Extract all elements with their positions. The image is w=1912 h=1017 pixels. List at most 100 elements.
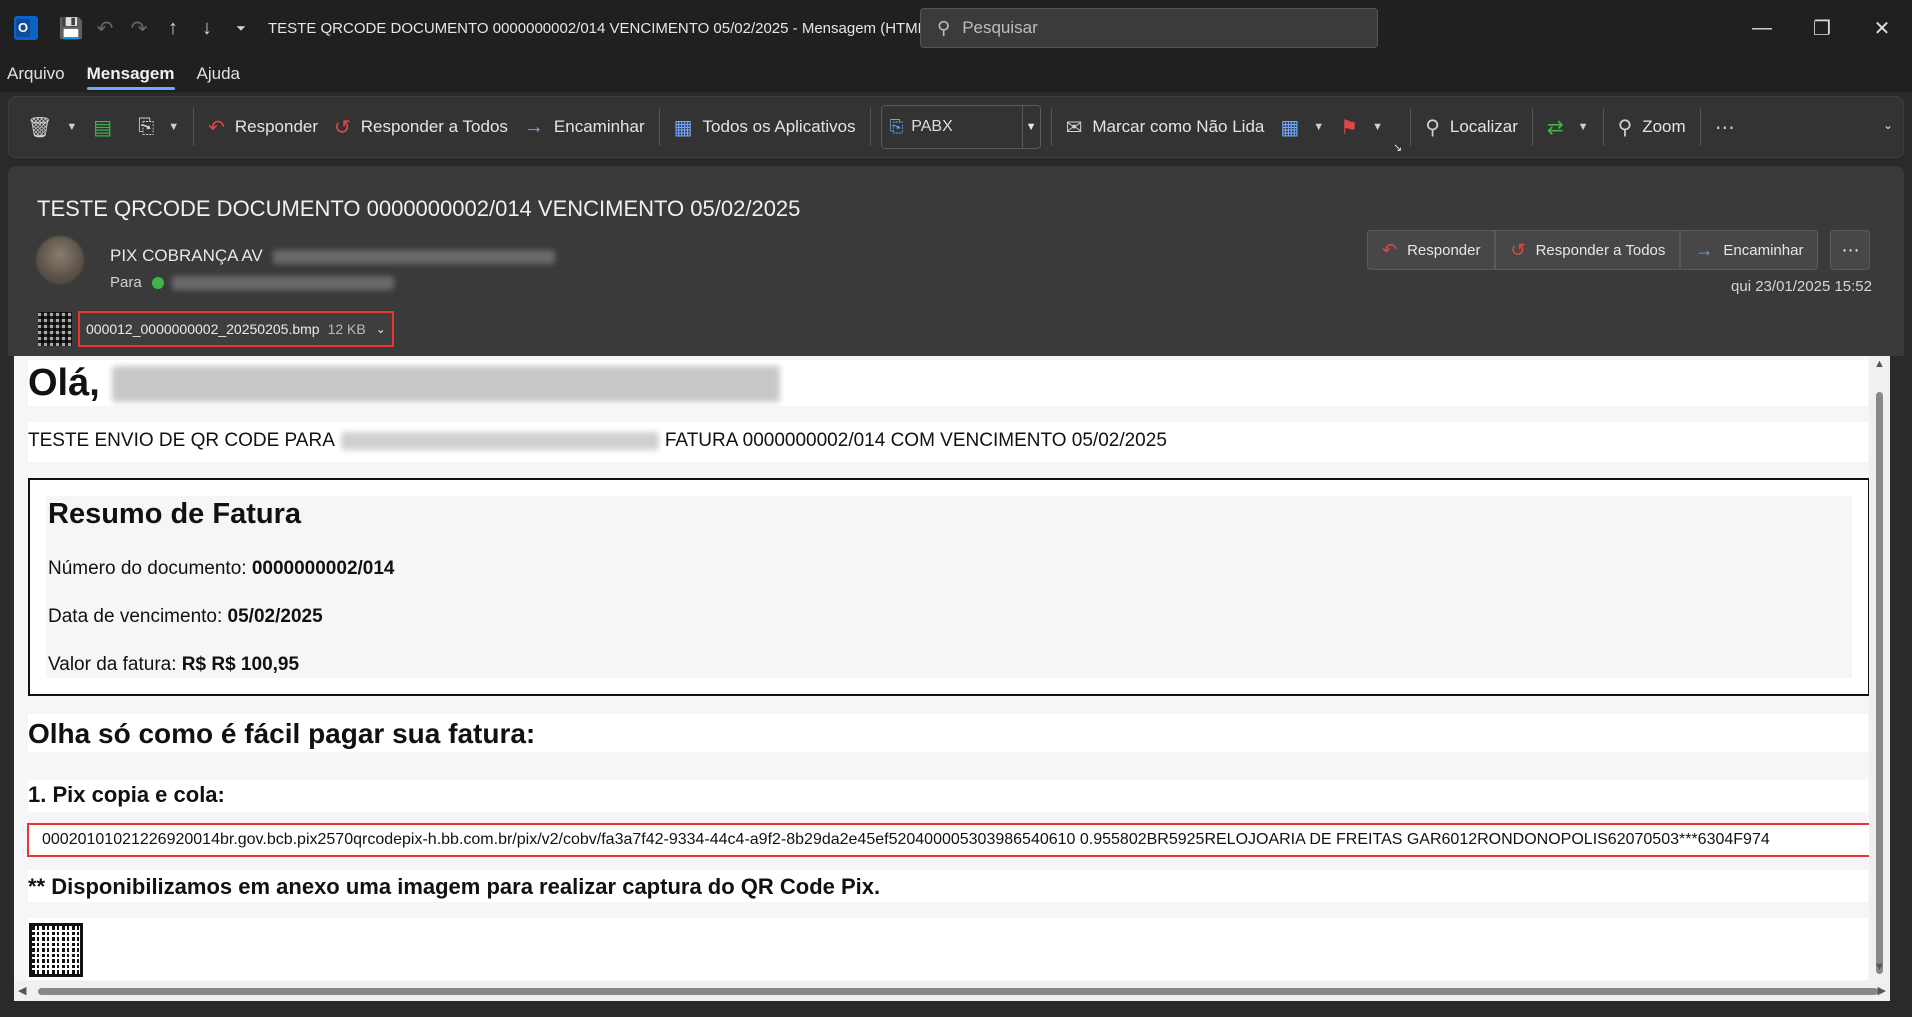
next-item-icon[interactable]: ↓ bbox=[190, 11, 224, 45]
translate-button[interactable]: ⇄ ▼ bbox=[1539, 105, 1597, 149]
redo-icon: ↷ bbox=[130, 17, 148, 40]
window-title: TESTE QRCODE DOCUMENTO 0000000002/014 VE… bbox=[268, 19, 932, 37]
sender-name: PIX COBRANÇA AV bbox=[110, 246, 263, 265]
scroll-left-icon[interactable]: ◀ bbox=[18, 984, 26, 997]
chevron-down-icon[interactable]: ▼ bbox=[1021, 106, 1040, 148]
sender[interactable]: PIX COBRANÇA AV bbox=[110, 246, 556, 266]
pix-copy-paste-code[interactable]: 00020101021226920014br.gov.bcb.pix2570qr… bbox=[27, 823, 1890, 857]
scroll-right-icon[interactable]: ▶ bbox=[1878, 984, 1886, 997]
message-body[interactable]: Olá, TESTE ENVIO DE QR CODE PARA FATURA … bbox=[14, 356, 1890, 1001]
ribbon-separator bbox=[1699, 108, 1701, 146]
reply-all-icon: ↺ bbox=[334, 116, 351, 139]
zoom-label: Zoom bbox=[1642, 117, 1686, 136]
chevron-down-icon: ▼ bbox=[66, 121, 78, 133]
reply-all-icon: ↺ bbox=[1510, 239, 1526, 260]
vertical-scrollbar[interactable]: ▲ ▼ bbox=[1869, 356, 1890, 1001]
chevron-down-icon: ▼ bbox=[1372, 121, 1383, 133]
search-input[interactable]: ⚲ Pesquisar bbox=[920, 8, 1378, 48]
previous-item-icon[interactable]: ↑ bbox=[156, 11, 190, 45]
zoom-button[interactable]: ⚲ Zoom bbox=[1610, 105, 1694, 149]
categorize-button[interactable]: ▦ ▼ bbox=[1272, 105, 1332, 149]
greeting: Olá, bbox=[28, 362, 780, 405]
qr-code-image[interactable] bbox=[29, 923, 83, 977]
invoice-summary: Resumo de Fatura Número do documento: 00… bbox=[28, 478, 1870, 696]
attachment-note: ** Disponibilizamos em anexo uma imagem … bbox=[28, 874, 881, 899]
more-options-button[interactable]: ⋯ bbox=[1707, 105, 1753, 149]
ribbon-separator bbox=[1410, 108, 1412, 146]
scroll-up-icon[interactable]: ▲ bbox=[1874, 358, 1885, 370]
avatar[interactable] bbox=[36, 236, 84, 284]
sender-email-redacted bbox=[273, 249, 556, 264]
pabx-quickstep-dropdown[interactable]: ⎘ PABX ▼ bbox=[880, 105, 1041, 149]
presence-available-icon bbox=[151, 276, 164, 289]
scroll-thumb[interactable] bbox=[38, 988, 1878, 995]
all-apps-button[interactable]: ▦ Todos os Aplicativos bbox=[666, 105, 864, 149]
delete-button[interactable]: 🗑 ▼ bbox=[19, 105, 85, 149]
minimize-button[interactable]: — bbox=[1732, 0, 1792, 56]
chevron-down-icon: ▼ bbox=[168, 121, 180, 133]
attachment-chip[interactable]: 000012_0000000002_20250205.bmp 12 KB ⌄ bbox=[78, 311, 394, 347]
search-icon: ⚲ bbox=[1425, 116, 1440, 139]
move-button[interactable]: ⎘ ▼ bbox=[130, 105, 187, 149]
forward-button[interactable]: → Encaminhar bbox=[516, 105, 653, 149]
tab-arquivo[interactable]: Arquivo bbox=[7, 64, 65, 92]
pabx-label: PABX bbox=[911, 118, 953, 135]
categorize-icon: ▦ bbox=[1280, 116, 1300, 139]
more-actions-button[interactable]: ⋯ bbox=[1830, 230, 1871, 270]
tab-mensagem[interactable]: Mensagem bbox=[86, 64, 175, 92]
message-date: qui 23/01/2025 15:52 bbox=[1731, 278, 1872, 295]
horizontal-scrollbar[interactable]: ◀ ▶ bbox=[14, 981, 1890, 1001]
forward-button[interactable]: → Encaminhar bbox=[1680, 230, 1819, 270]
qr-code-thumbnail-icon bbox=[38, 312, 72, 346]
mark-unread-button[interactable]: ✉ Marcar como Não Lida bbox=[1058, 105, 1273, 149]
doc-number-label: Número do documento: bbox=[48, 558, 247, 579]
attachment-filename: 000012_0000000002_20250205.bmp bbox=[86, 321, 320, 337]
message-header: TESTE QRCODE DOCUMENTO 0000000002/014 VE… bbox=[8, 166, 1904, 356]
reply-all-button[interactable]: ↺ Responder a Todos bbox=[326, 105, 516, 149]
doc-number-row: Número do documento: 0000000002/014 bbox=[48, 558, 395, 580]
search-icon: ⚲ bbox=[937, 17, 951, 38]
outlook-logo-icon bbox=[14, 16, 38, 40]
follow-up-button[interactable]: ⚑ ▼ bbox=[1332, 105, 1391, 149]
close-button[interactable]: ✕ bbox=[1852, 0, 1912, 56]
attachment-size: 12 KB bbox=[327, 321, 366, 337]
reply-button[interactable]: ↶ Responder bbox=[1367, 230, 1496, 270]
attachment[interactable]: 000012_0000000002_20250205.bmp 12 KB ⌄ bbox=[38, 308, 394, 350]
dialog-launcher-icon[interactable]: ↘ bbox=[1391, 137, 1404, 157]
pix-heading: 1. Pix copia e cola: bbox=[28, 782, 225, 807]
more-icon: ⋯ bbox=[1714, 116, 1735, 139]
amount-label: Valor da fatura: bbox=[48, 654, 177, 675]
customize-toolbar-icon[interactable]: ⏷ bbox=[224, 11, 258, 45]
scroll-thumb[interactable] bbox=[1876, 392, 1883, 974]
title-bar: 💾 ↶ ↷ ↑ ↓ ⏷ TESTE QRCODE DOCUMENTO 00000… bbox=[0, 0, 1912, 56]
reply-all-label: Responder a Todos bbox=[1535, 241, 1666, 259]
recipient-line: Para bbox=[110, 274, 394, 291]
reply-label: Responder bbox=[234, 117, 319, 136]
forward-label: Encaminhar bbox=[553, 117, 645, 136]
reply-button[interactable]: ↶ Responder bbox=[200, 105, 326, 149]
summary-title: Resumo de Fatura bbox=[48, 498, 301, 530]
ribbon: 🗑 ▼ ▤ ⎘ ▼ ↶ Responder ↺ Responder a Todos → E… bbox=[8, 96, 1904, 158]
reply-icon: ↶ bbox=[1382, 239, 1398, 260]
flag-icon: ⚑ bbox=[1340, 116, 1359, 139]
find-button[interactable]: ⚲ Localizar bbox=[1417, 105, 1526, 149]
tab-ajuda[interactable]: Ajuda bbox=[197, 64, 240, 92]
mark-unread-label: Marcar como Não Lida bbox=[1092, 117, 1265, 136]
menu-bar: Arquivo Mensagem Ajuda bbox=[0, 56, 1912, 92]
body-band bbox=[28, 918, 1868, 980]
chevron-down-icon[interactable]: ⌄ bbox=[376, 322, 386, 336]
recipient-redacted[interactable] bbox=[171, 275, 394, 290]
how-to-pay-heading: Olha só como é fácil pagar sua fatura: bbox=[28, 718, 536, 749]
message-action-buttons: ↶ Responder ↺ Responder a Todos → Encaminha… bbox=[1367, 230, 1871, 270]
archive-icon: ▤ bbox=[93, 116, 113, 139]
apps-grid-icon: ▦ bbox=[673, 116, 693, 139]
scroll-down-icon[interactable]: ▼ bbox=[1874, 961, 1885, 973]
archive-button[interactable]: ▤ bbox=[85, 105, 130, 149]
ribbon-separator bbox=[869, 108, 871, 146]
message-subject: TESTE QRCODE DOCUMENTO 0000000002/014 VE… bbox=[37, 196, 801, 221]
ribbon-separator bbox=[658, 108, 660, 146]
reply-all-button[interactable]: ↺ Responder a Todos bbox=[1495, 230, 1681, 270]
save-icon[interactable]: 💾 bbox=[54, 11, 88, 45]
ribbon-expand-icon[interactable]: ⌄ bbox=[1875, 115, 1901, 135]
restore-button[interactable]: ❐ bbox=[1792, 0, 1852, 56]
